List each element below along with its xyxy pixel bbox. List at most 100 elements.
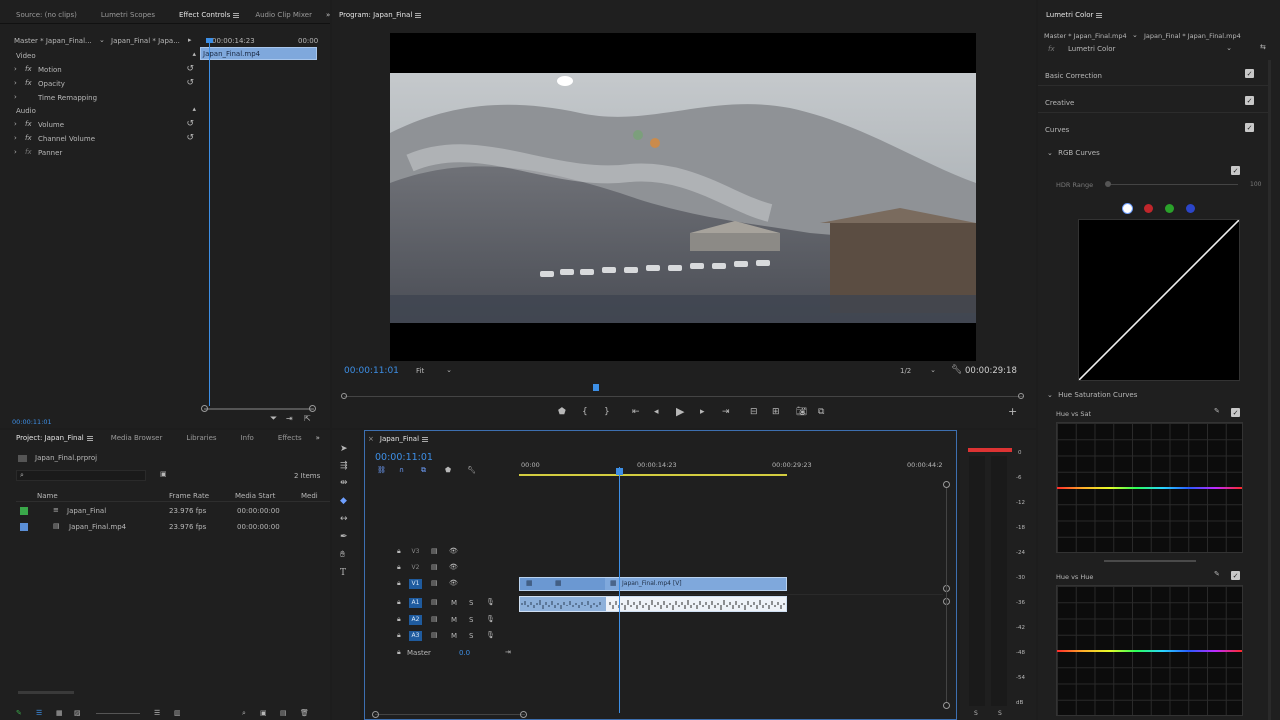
track-target-v2[interactable]: V2 <box>409 563 422 573</box>
sort-icons[interactable]: ☰ <box>154 709 160 717</box>
panel-menu-icon[interactable] <box>233 12 240 18</box>
linked-selection-icon[interactable]: ⧉ <box>421 466 426 475</box>
eyedropper-icon[interactable]: ✎ <box>1214 570 1220 578</box>
tab-sequence[interactable]: Japan_Final <box>380 435 429 443</box>
reset-icon[interactable]: ↺ <box>186 64 194 74</box>
chevron-down-icon[interactable]: ⌄ <box>1132 31 1138 39</box>
tab-media-browser[interactable]: Media Browser <box>111 434 163 442</box>
close-icon[interactable]: × <box>368 435 374 443</box>
pen-tool-icon[interactable]: ✒ <box>340 532 348 542</box>
mini-clip-bar[interactable]: Japan_Final.mp4 <box>200 47 317 60</box>
hue-sat-curves-header[interactable]: ⌄ Hue Saturation Curves <box>1047 391 1137 399</box>
fx-icon[interactable]: fx <box>25 134 32 142</box>
tab-info[interactable]: Info <box>241 434 254 442</box>
eyedropper-icon[interactable]: ✎ <box>1214 407 1220 415</box>
ec-current-time[interactable]: 00:00:11:01 <box>12 418 52 426</box>
rgb-curve-graph[interactable] <box>1078 219 1240 381</box>
basic-correction-checkbox[interactable]: ✓ <box>1245 69 1254 78</box>
play-icon[interactable]: ▶ <box>676 406 684 417</box>
section-creative[interactable]: Creative ✓ <box>1038 91 1268 113</box>
scrub-handle-left[interactable] <box>341 393 347 399</box>
timeline-hscroll-handle-left[interactable] <box>372 711 379 718</box>
hand-tool-icon[interactable]: ✋︎ <box>340 550 345 560</box>
ec-zoom-handle-left[interactable] <box>201 405 208 412</box>
project-search-input[interactable]: ⌕ <box>16 470 146 481</box>
hue-vs-sat-checkbox[interactable]: ✓ <box>1231 408 1240 417</box>
expand-icon[interactable]: › <box>14 148 17 156</box>
add-marker-icon[interactable]: ⬟ <box>445 466 451 474</box>
reset-icon[interactable]: ↺ <box>186 133 194 143</box>
wrench-icon[interactable]: 🔧︎ <box>951 365 962 375</box>
label-color-swatch[interactable] <box>20 507 28 515</box>
video-frame[interactable] <box>390 33 976 361</box>
go-to-in-icon[interactable]: ⇤ <box>632 407 640 417</box>
button-editor-icon[interactable]: + <box>1008 406 1017 417</box>
go-to-out-icon[interactable]: ⇥ <box>722 407 730 417</box>
col-name[interactable]: Name <box>37 492 58 500</box>
resolution-select[interactable]: 1/2 ⌄ <box>900 366 938 375</box>
freeform-view-icon[interactable]: ▨ <box>74 709 81 717</box>
track-target-v3[interactable]: V3 <box>409 547 422 557</box>
eye-icon[interactable]: 👁︎ <box>449 579 458 587</box>
fx-icon[interactable]: fx <box>25 65 32 73</box>
step-back-icon[interactable]: ◂ <box>654 407 659 417</box>
mini-playhead-handle[interactable] <box>206 38 213 43</box>
ripple-edit-tool-icon[interactable]: ⇹ <box>340 478 348 488</box>
effect-row-time-remapping[interactable]: › Time Remapping <box>14 92 200 104</box>
collapse-icon[interactable]: ▴ <box>192 50 196 58</box>
track-target-v1[interactable]: V1 <box>409 579 422 589</box>
effect-row-volume[interactable]: › fx Volume ↺ <box>14 119 200 131</box>
panel-menu-icon[interactable] <box>415 12 422 18</box>
solo-button[interactable]: S <box>469 616 473 624</box>
hue-vs-sat-graph[interactable] <box>1056 422 1243 553</box>
zoom-slider[interactable] <box>96 713 140 714</box>
effect-row-channel-volume[interactable]: › fx Channel Volume ↺ <box>14 133 200 145</box>
col-frame-rate[interactable]: Frame Rate <box>169 492 209 500</box>
tab-project[interactable]: Project: Japan_Final <box>16 434 93 442</box>
step-forward-icon[interactable]: ▸ <box>700 407 705 417</box>
timeline-hscroll-track[interactable] <box>375 714 525 715</box>
channel-green-button[interactable] <box>1165 204 1174 213</box>
tab-effect-controls[interactable]: Effect Controls <box>179 11 240 19</box>
tab-program[interactable]: Program: Japan_Final <box>339 11 422 19</box>
collapse-icon[interactable]: ▴ <box>192 105 196 113</box>
hdr-range-checkbox[interactable]: ✓ <box>1231 166 1240 175</box>
type-tool-icon[interactable]: T <box>340 568 346 578</box>
sync-lock-icon[interactable]: ▤ <box>431 563 438 571</box>
panel-menu-icon[interactable] <box>1096 12 1103 18</box>
snap-icon[interactable]: ∩ <box>399 466 404 474</box>
more-panels-icon[interactable]: » <box>326 11 330 19</box>
effect-row-motion[interactable]: › fx Motion ↺ <box>14 64 200 76</box>
video-clip-cut-segment[interactable] <box>520 578 605 590</box>
mute-button[interactable]: M <box>451 632 457 640</box>
label-color-swatch[interactable] <box>20 523 28 531</box>
microphone-icon[interactable]: 🎙︎ <box>486 615 495 623</box>
lumetri-effect-select[interactable]: Lumetri Color ⌄ <box>1060 44 1234 54</box>
nest-icon[interactable]: ⛓︎ <box>377 466 386 474</box>
mute-button[interactable]: M <box>451 599 457 607</box>
effect-row-opacity[interactable]: › fx Opacity ↺ <box>14 78 200 90</box>
col-media-end[interactable]: Medi <box>301 492 318 500</box>
timeline-playhead-line[interactable] <box>619 467 620 713</box>
channel-white-button[interactable] <box>1122 203 1133 214</box>
mark-out-icon[interactable]: } <box>604 407 610 417</box>
reset-all-icon[interactable]: ⇆ <box>1260 43 1266 51</box>
lock-icon[interactable]: 🔒︎ <box>397 598 401 607</box>
fx-icon[interactable]: fx <box>25 120 32 128</box>
solo-left-button[interactable]: S <box>974 710 978 717</box>
fx-icon[interactable]: fx <box>25 148 32 156</box>
reset-icon[interactable]: ↺ <box>186 78 194 88</box>
audio-clip[interactable] <box>519 596 787 612</box>
lumetri-clip-label[interactable]: Japan_Final * Japan_Final.mp4 <box>1144 32 1241 40</box>
master-volume[interactable]: 0.0 <box>459 649 470 657</box>
fx-badge-icon[interactable]: ▦ <box>526 579 533 587</box>
tab-effects[interactable]: Effects <box>278 434 302 442</box>
program-scrub-bar[interactable] <box>341 384 1024 399</box>
play-audio-icon[interactable]: ⇥ <box>286 414 293 423</box>
expand-icon[interactable]: › <box>14 120 17 128</box>
filter-icon[interactable]: ⏷ <box>270 414 277 424</box>
hdr-range-slider-handle[interactable] <box>1105 181 1111 187</box>
microphone-icon[interactable]: 🎙︎ <box>486 631 495 639</box>
fx-icon[interactable]: fx <box>25 79 32 87</box>
lock-icon[interactable]: 🔒︎ <box>397 563 401 572</box>
